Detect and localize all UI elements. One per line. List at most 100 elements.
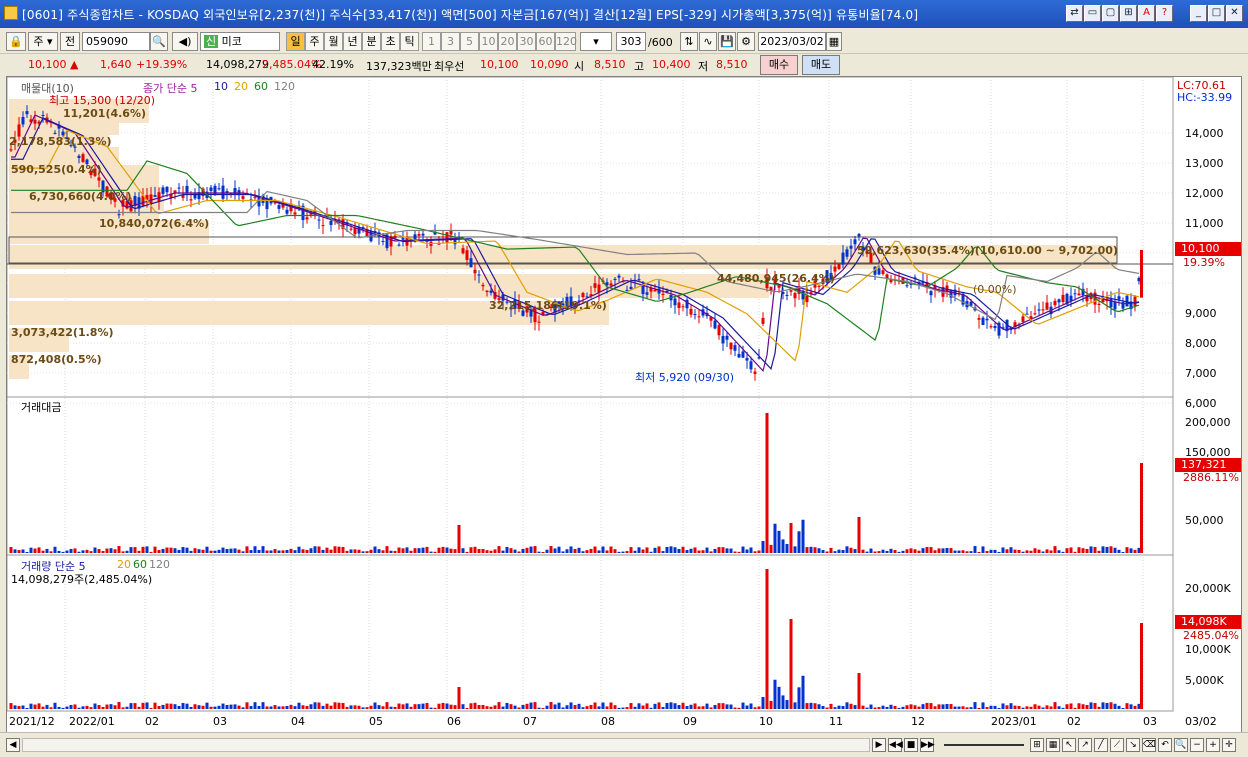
stock-code-input[interactable]: 059090	[82, 32, 150, 51]
candle-body	[841, 252, 845, 265]
amount-bar	[21, 549, 25, 553]
interval-60[interactable]: 60	[536, 32, 555, 51]
amount-bar	[341, 546, 345, 553]
interval-3[interactable]: 3	[441, 32, 460, 51]
volume-bar	[333, 702, 337, 709]
search-icon[interactable]: 🔍	[150, 32, 168, 51]
volume-bar	[737, 707, 741, 709]
plus-icon[interactable]: +	[1206, 738, 1220, 752]
x-tick: 09	[683, 715, 697, 728]
interval-input[interactable]: ▾	[580, 32, 612, 51]
chart-icon[interactable]: ∿	[699, 32, 717, 51]
eraser-icon[interactable]: ⌫	[1142, 738, 1156, 752]
stock-name-field[interactable]: 신 미코	[200, 32, 280, 51]
buy-button[interactable]: 매수	[760, 55, 798, 75]
period-tick[interactable]: 틱	[400, 32, 419, 51]
interval-10[interactable]: 10	[479, 32, 498, 51]
help-icon[interactable]: ?	[1156, 5, 1173, 22]
stop-icon[interactable]: ■	[904, 738, 918, 752]
settings-icon[interactable]: ⚙	[737, 32, 755, 51]
interval-20[interactable]: 20	[498, 32, 517, 51]
minimize-all-icon[interactable]: ▭	[1084, 5, 1101, 22]
cursor-icon[interactable]: ↖	[1062, 738, 1076, 752]
interval-1[interactable]: 1	[422, 32, 441, 51]
scroll-right-icon[interactable]: ▶	[872, 738, 886, 752]
grid-icon[interactable]: ▦	[1046, 738, 1060, 752]
period-second[interactable]: 초	[381, 32, 400, 51]
minus-icon[interactable]: −	[1190, 738, 1204, 752]
crosshair-icon[interactable]: ⊞	[1030, 738, 1044, 752]
scroll-left-icon[interactable]: ◀	[6, 738, 20, 752]
interval-120[interactable]: 120	[555, 32, 577, 51]
candle-body	[353, 228, 357, 235]
period-minute[interactable]: 분	[362, 32, 381, 51]
zoom-out-icon[interactable]: 🔍	[1174, 738, 1188, 752]
amount-bar	[37, 547, 41, 553]
date-input[interactable]: 2023/03/02	[758, 32, 826, 51]
volume-bar	[297, 702, 301, 709]
compare-icon[interactable]: ⇅	[680, 32, 698, 51]
stock-chart[interactable]: 매물대(10) 종가 단순 5 10 20 60 120 LC:70.61 HC…	[6, 76, 1242, 740]
amount-bar	[513, 549, 517, 553]
volume-bar	[349, 705, 353, 709]
volume-bar	[285, 705, 289, 709]
link-icon[interactable]: ⇄	[1066, 5, 1083, 22]
sell-button[interactable]: 매도	[802, 55, 840, 75]
interval-5[interactable]: 5	[460, 32, 479, 51]
amount-bar	[301, 549, 305, 553]
amount-bar	[745, 549, 749, 553]
arrow-tool-icon[interactable]: ↘	[1126, 738, 1140, 752]
draw-icon[interactable]: ↗	[1078, 738, 1092, 752]
quote-bar: 10,100 ▲ 1,640 +19.39% 14,098,279 2,485.…	[0, 54, 1248, 76]
volume-bar	[993, 705, 997, 709]
close-button[interactable]: ✕	[1226, 5, 1243, 22]
amount-bar	[521, 548, 525, 553]
line-tool-icon[interactable]: ╱	[1094, 738, 1108, 752]
zoom-slider[interactable]	[944, 744, 1024, 746]
candle-body	[473, 269, 477, 274]
pin-icon[interactable]: ⊞	[1120, 5, 1137, 22]
maximize-button[interactable]: □	[1208, 5, 1225, 22]
save-icon[interactable]: 💾	[718, 32, 736, 51]
max-label: 최고 15,300 (12/20)	[49, 94, 156, 107]
undo-icon[interactable]: ↶	[1158, 738, 1172, 752]
lock-icon[interactable]: 🔒	[6, 32, 26, 51]
period-month[interactable]: 월	[324, 32, 343, 51]
amount-bar	[189, 550, 193, 553]
volume-bar	[541, 707, 545, 709]
window-icon[interactable]: ▢	[1102, 5, 1119, 22]
period-week[interactable]: 주	[305, 32, 324, 51]
interval-30[interactable]: 30	[517, 32, 536, 51]
amount-bar	[689, 548, 693, 553]
amount-bar	[325, 547, 329, 553]
period-day[interactable]: 일	[286, 32, 305, 51]
minimize-button[interactable]: _	[1190, 5, 1207, 22]
volume-bar	[637, 703, 641, 709]
volume-bar	[233, 704, 237, 709]
volume-bar	[649, 707, 653, 709]
settings-icon[interactable]: ✛	[1222, 738, 1236, 752]
candle-body	[53, 132, 57, 134]
volume-bar	[629, 703, 633, 709]
calendar-icon[interactable]: ▦	[826, 32, 842, 51]
count-input[interactable]: 303	[616, 32, 646, 51]
volume-bar	[989, 705, 993, 709]
rewind-icon[interactable]: ◀◀	[888, 738, 903, 752]
volume-bar	[1029, 706, 1033, 709]
font-icon[interactable]: A	[1138, 5, 1155, 22]
speaker-icon[interactable]: ◀)	[172, 32, 198, 51]
volume-bar	[205, 702, 209, 709]
volume-bar	[389, 706, 393, 709]
volume-bar	[601, 702, 605, 709]
amount-bar	[753, 551, 757, 553]
fast-forward-icon[interactable]: ▶▶	[920, 738, 935, 752]
amount-bar	[489, 550, 493, 553]
amount-bar	[1033, 548, 1037, 553]
prev-button[interactable]: 전	[60, 32, 80, 51]
type-select[interactable]: 주 ▾	[28, 32, 58, 51]
period-year[interactable]: 년	[343, 32, 362, 51]
trend-tool-icon[interactable]: ⟋	[1110, 738, 1124, 752]
volume-bar	[433, 707, 437, 709]
horizontal-scrollbar[interactable]	[22, 738, 870, 752]
chart-canvas[interactable]	[7, 77, 1243, 741]
